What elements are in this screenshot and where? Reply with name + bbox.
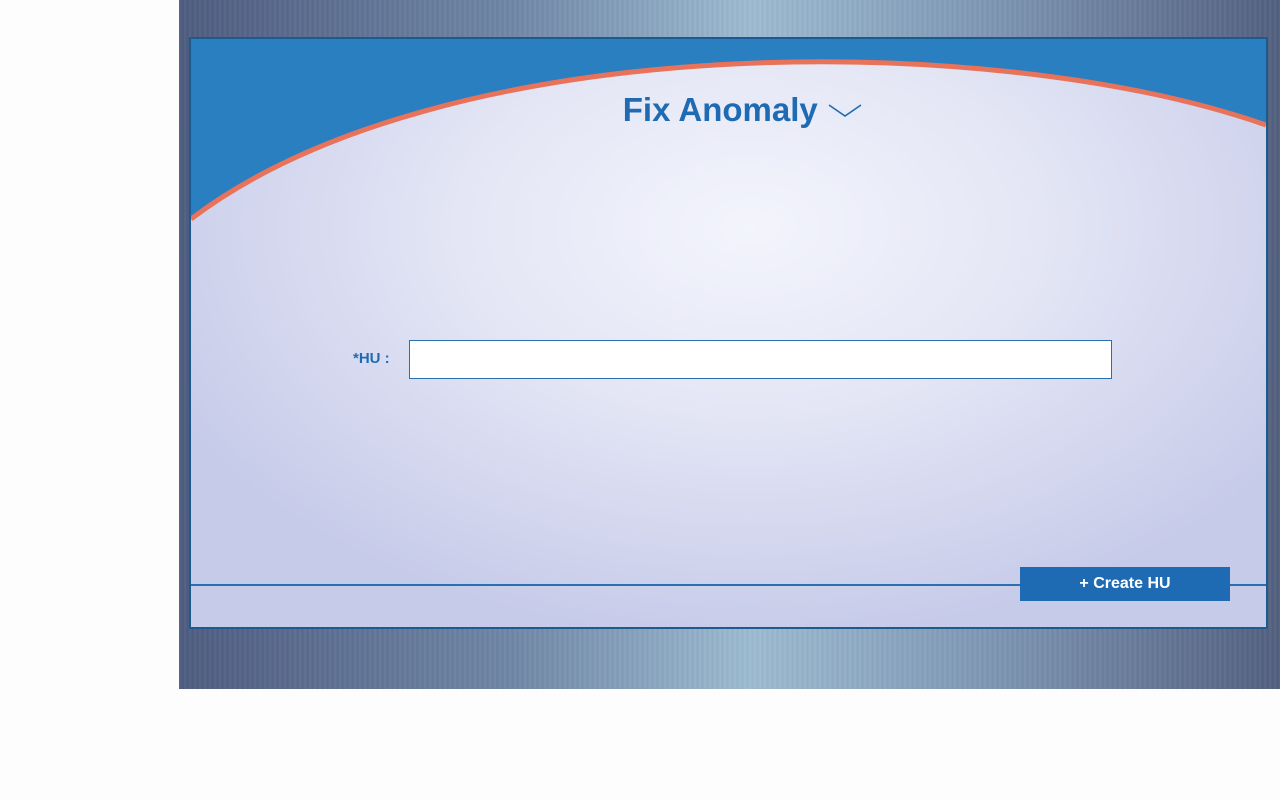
hu-input[interactable] <box>409 340 1112 379</box>
create-hu-button[interactable]: + Create HU <box>1020 567 1230 601</box>
header-wave <box>191 39 1266 221</box>
hu-field-label: *HU : <box>353 350 390 367</box>
chevron-down-icon[interactable] <box>828 103 862 124</box>
page-title: Fix Anomaly <box>622 91 818 128</box>
fix-anomaly-panel: Fix Anomaly *HU : + Create HU <box>189 37 1268 629</box>
title-bar: Fix Anomaly <box>191 91 1266 129</box>
